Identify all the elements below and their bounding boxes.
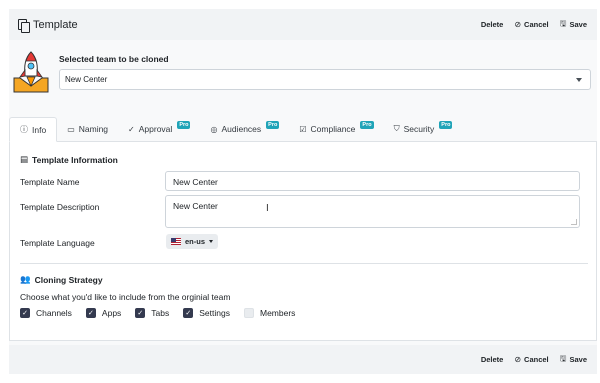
cancel-icon: ⊘ (514, 20, 522, 29)
top-toolbar: Template Delete ⊘ Cancel 🖫 Save (9, 9, 597, 40)
pro-badge: Pro (177, 121, 191, 129)
tab-naming[interactable]: ▭ Naming (57, 117, 118, 141)
text-cursor-icon: I (266, 203, 269, 214)
info-panel: ▤ Template Information Template Name New… (9, 142, 597, 341)
title-group: Template (18, 18, 78, 33)
template-name-input[interactable]: New Center (165, 171, 580, 191)
us-flag-icon (171, 238, 181, 245)
chevron-down-icon (576, 77, 582, 82)
check-circle-icon: ✓ (128, 124, 135, 134)
save-icon: 🖫 (559, 18, 567, 28)
tab-label: Naming (78, 124, 109, 134)
cancel-label: Cancel (524, 355, 549, 364)
tab-bar: ⓘ Info ▭ Naming ✓ Approval Pro ◎ Audienc… (9, 117, 597, 142)
tab-compliance[interactable]: ☑ Compliance Pro (289, 117, 383, 141)
tab-label: Info (32, 124, 47, 135)
check-square-icon: ☑ (299, 124, 307, 134)
clone-team-value: New Center (65, 75, 108, 84)
cloning-description: Choose what you'd like to include from t… (20, 292, 231, 302)
rocket-icon (13, 51, 49, 93)
page-title: Template (33, 18, 78, 31)
save-icon: 🖫 (559, 353, 567, 363)
language-value: en-us (185, 237, 206, 246)
cancel-icon: ⊘ (514, 355, 522, 364)
option-apps[interactable]: ✓ Apps (85, 308, 122, 318)
save-button[interactable]: 🖫 Save (560, 353, 587, 367)
delete-label: Delete (480, 355, 504, 364)
tab-label: Approval (138, 124, 173, 134)
template-description-value: New Center (173, 201, 218, 211)
checkbox-checked[interactable]: ✓ (85, 308, 96, 318)
shield-icon: ⛉ (393, 124, 400, 133)
template-language-label: Template Language (20, 238, 95, 248)
target-icon: ◎ (210, 124, 218, 134)
template-description-textarea[interactable]: New Center (165, 195, 580, 228)
option-label: Channels (36, 308, 72, 318)
tab-label: Audiences (221, 124, 262, 134)
section-divider (20, 263, 588, 264)
tab-approval[interactable]: ✓ Approval Pro (118, 117, 200, 141)
delete-button[interactable]: Delete (481, 20, 504, 29)
clone-team-label: Selected team to be cloned (59, 54, 169, 64)
checkbox-unchecked[interactable] (243, 308, 254, 318)
checkbox-checked[interactable]: ✓ (20, 308, 30, 318)
tab-label: Security (403, 124, 435, 134)
delete-button[interactable]: Delete (481, 355, 504, 364)
option-label: Tabs (151, 308, 170, 318)
option-channels[interactable]: ✓ Channels (20, 308, 72, 318)
info-circle-icon: ⓘ (20, 125, 28, 134)
footer-toolbar: Delete ⊘ Cancel 🖫 Save (9, 345, 597, 374)
option-label: Apps (101, 308, 122, 318)
cancel-label: Cancel (524, 20, 549, 29)
option-members[interactable]: Members (243, 308, 296, 318)
template-info-heading-text: Template Information (32, 154, 118, 165)
copy-icon (18, 18, 30, 33)
resize-handle[interactable] (571, 219, 577, 225)
save-label: Save (569, 20, 587, 29)
tab-info[interactable]: ⓘ Info (9, 117, 58, 142)
cloning-strategy-heading: 👥 Cloning Strategy (20, 274, 103, 285)
id-card-icon: ▭ (67, 124, 75, 134)
delete-label: Delete (480, 20, 504, 29)
template-info-heading: ▤ Template Information (20, 154, 118, 165)
footer-actions: Delete ⊘ Cancel 🖫 Save (481, 353, 587, 367)
cloning-options: ✓ Channels ✓ Apps ✓ Tabs ✓ Settings Memb… (20, 308, 309, 318)
checkbox-checked[interactable]: ✓ (135, 308, 146, 318)
id-card-icon: ▤ (20, 154, 29, 164)
chevron-down-icon (209, 240, 214, 243)
option-label: Members (259, 308, 296, 318)
option-settings[interactable]: ✓ Settings (183, 308, 230, 318)
cloning-strategy-heading-text: Cloning Strategy (34, 274, 103, 285)
cancel-button[interactable]: ⊘ Cancel (514, 20, 548, 29)
header-actions: Delete ⊘ Cancel 🖫 Save (481, 18, 587, 32)
pro-badge: Pro (360, 121, 374, 129)
save-label: Save (569, 355, 587, 364)
pro-badge: Pro (439, 121, 453, 129)
save-button[interactable]: 🖫 Save (560, 18, 587, 32)
template-name-value: New Center (173, 177, 218, 187)
template-name-label: Template Name (20, 177, 80, 187)
tab-audiences[interactable]: ◎ Audiences Pro (200, 117, 289, 141)
tab-security[interactable]: ⛉ Security Pro (384, 117, 463, 141)
checkbox-checked[interactable]: ✓ (183, 308, 194, 318)
language-dropdown[interactable]: en-us (166, 234, 219, 249)
option-label: Settings (199, 308, 230, 318)
pro-badge: Pro (266, 121, 280, 129)
tab-label: Compliance (310, 124, 356, 134)
people-icon: 👥 (20, 274, 31, 284)
cancel-button[interactable]: ⊘ Cancel (514, 355, 548, 364)
option-tabs[interactable]: ✓ Tabs (135, 308, 169, 318)
clone-team-select[interactable]: New Center (59, 69, 591, 90)
template-description-label: Template Description (20, 202, 100, 212)
